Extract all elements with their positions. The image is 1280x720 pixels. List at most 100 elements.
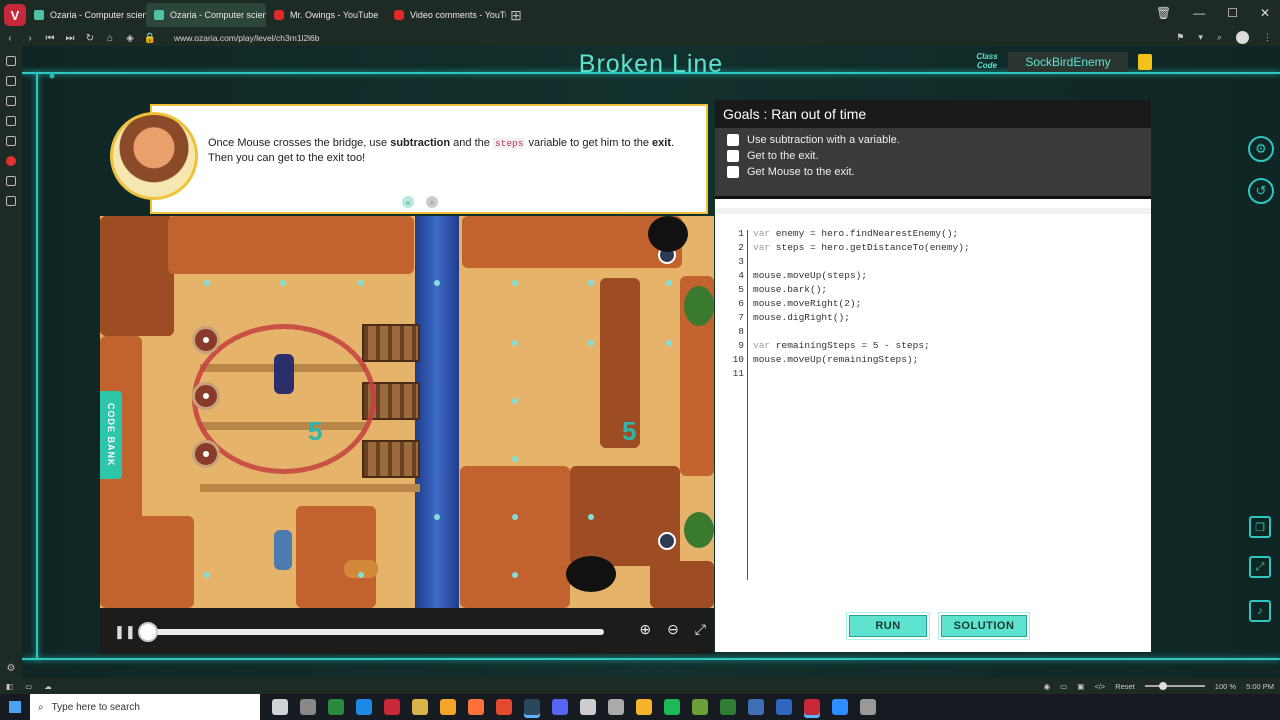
mail-icon[interactable] <box>6 136 16 146</box>
code-text[interactable]: mouse.moveUp(remainingSteps); <box>753 354 918 365</box>
wikipedia-icon[interactable] <box>6 176 16 186</box>
mindomo-icon[interactable] <box>720 699 736 715</box>
bookmark-icon[interactable]: ⚑ <box>1176 32 1184 43</box>
firefox-icon[interactable] <box>468 699 484 715</box>
image-icon[interactable]: ▣ <box>1077 682 1084 691</box>
class-code-tag-icon[interactable] <box>1138 54 1152 70</box>
zoom-in-icon[interactable]: ⊕ <box>639 621 651 638</box>
zoom-out-icon[interactable]: ⊖ <box>667 621 679 638</box>
code-text[interactable]: mouse.digRight(); <box>753 312 850 323</box>
guide-book-icon[interactable]: ❐ <box>1249 516 1271 538</box>
scrubber-handle[interactable] <box>138 622 158 642</box>
panel-toggle-icon[interactable]: ◧ <box>6 682 13 691</box>
code-text[interactable]: mouse.bark(); <box>753 284 827 295</box>
search-icon[interactable]: ⌕ <box>1217 32 1222 43</box>
zoom-slider-handle[interactable] <box>1158 682 1167 690</box>
home-icon[interactable]: ⌂ <box>100 33 120 44</box>
spotify-icon[interactable] <box>664 699 680 715</box>
zoom-icon[interactable] <box>832 699 848 715</box>
start-button[interactable] <box>0 701 30 713</box>
tab-youtube-comments[interactable]: Video comments - YouTube <box>386 3 506 27</box>
file-explorer-icon[interactable] <box>412 699 428 715</box>
task-view-icon[interactable] <box>300 699 316 715</box>
code-line[interactable]: 5 mouse.bark(); <box>715 284 827 298</box>
tab-youtube-owings[interactable]: Mr. Owings - YouTube <box>266 3 386 27</box>
hero-character[interactable] <box>274 530 292 570</box>
minimize-button[interactable]: — <box>1193 6 1205 20</box>
code-text[interactable]: mouse.moveUp(steps); <box>753 270 867 281</box>
bookmarks-icon[interactable] <box>6 56 16 66</box>
trash-icon[interactable]: 🗑 <box>1156 6 1171 20</box>
sublime-icon[interactable] <box>636 699 652 715</box>
maximize-button[interactable]: ☐ <box>1227 6 1238 20</box>
code-line[interactable]: 1 var enemy = hero.findNearestEnemy(); <box>715 228 958 242</box>
notes-icon[interactable] <box>6 116 16 126</box>
editor-scrollbar[interactable] <box>715 208 1151 214</box>
edge-icon[interactable] <box>356 699 372 715</box>
app-icon[interactable] <box>580 699 596 715</box>
reload-icon[interactable]: ↻ <box>80 33 100 44</box>
vivaldi-web-panel-icon[interactable] <box>6 156 16 166</box>
profile-avatar[interactable] <box>1236 31 1249 44</box>
playback-scrubber[interactable] <box>144 629 604 635</box>
shield-icon[interactable]: ◈ <box>120 33 140 44</box>
new-tab-button[interactable]: ⊞ <box>506 7 526 24</box>
close-button[interactable]: ✕ <box>1260 6 1270 20</box>
run-button[interactable]: RUN <box>849 615 927 637</box>
code-text[interactable]: var steps = hero.getDistanceTo(enemy); <box>753 242 970 253</box>
back-icon[interactable]: ‹ <box>0 33 20 44</box>
rewind-icon[interactable]: ⏮ <box>40 33 60 44</box>
window-icon[interactable]: ▭ <box>1060 682 1067 691</box>
downloads-icon[interactable] <box>6 76 16 86</box>
code-line[interactable]: 10 mouse.moveUp(remainingSteps); <box>715 354 919 368</box>
settings-gear-icon[interactable]: ⚙ <box>1248 136 1274 162</box>
acrobat-icon[interactable] <box>496 699 512 715</box>
taskbar-search[interactable]: ⌕ Type here to search <box>30 694 260 720</box>
xbox-icon[interactable] <box>328 699 344 715</box>
forward-icon[interactable]: › <box>20 33 40 44</box>
inkscape-icon[interactable] <box>608 699 624 715</box>
goal-checkbox[interactable] <box>727 166 739 179</box>
code-line[interactable]: 7 mouse.digRight(); <box>715 312 850 326</box>
code-line[interactable]: 2 var steps = hero.getDistanceTo(enemy); <box>715 242 970 256</box>
steam-icon[interactable] <box>524 699 540 715</box>
code-text[interactable]: var remainingSteps = 5 - steps; <box>753 340 930 351</box>
vivaldi-active-icon[interactable] <box>804 699 820 715</box>
code-line[interactable]: 4 mouse.moveUp(steps); <box>715 270 867 284</box>
code-bank-tab[interactable]: CODE BANK <box>100 391 122 479</box>
next-dialogue-icon[interactable]: » <box>426 196 438 208</box>
camera-icon[interactable]: ◉ <box>1044 682 1051 691</box>
code-line[interactable]: 9 var remainingSteps = 5 - steps; <box>715 340 930 354</box>
defender-icon[interactable] <box>748 699 764 715</box>
code-text[interactable]: mouse.moveRight(2); <box>753 298 861 309</box>
vivaldi-icon[interactable] <box>384 699 400 715</box>
code-text[interactable]: var enemy = hero.findNearestEnemy(); <box>753 228 958 239</box>
zoom-slider[interactable] <box>1144 682 1205 690</box>
sound-icon[interactable]: ♪ <box>1249 600 1271 622</box>
game-map[interactable]: 5 5 <box>100 216 714 608</box>
goal-checkbox[interactable] <box>727 134 739 147</box>
tab-ozaria-1[interactable]: Ozaria - Computer science <box>26 3 146 27</box>
tiling-icon[interactable]: ▭ <box>25 682 32 691</box>
add-panel-icon[interactable] <box>6 196 16 206</box>
fullscreen-icon[interactable]: ⤢ <box>1249 556 1271 578</box>
settings-gear-icon[interactable]: ⚙ <box>7 663 16 674</box>
history-icon[interactable] <box>6 96 16 106</box>
obs-icon[interactable] <box>860 699 876 715</box>
code-line[interactable]: 11 <box>715 368 753 382</box>
cortana-icon[interactable] <box>272 699 288 715</box>
code-line[interactable]: 3 <box>715 256 753 270</box>
store-icon[interactable] <box>440 699 456 715</box>
sync-icon[interactable]: ☁ <box>44 682 52 691</box>
solution-button[interactable]: SOLUTION <box>941 615 1027 637</box>
code-icon[interactable]: </> <box>1094 682 1105 691</box>
previous-dialogue-icon[interactable]: « <box>402 196 414 208</box>
zoom-reset-label[interactable]: Reset <box>1115 682 1135 691</box>
goal-checkbox[interactable] <box>727 150 739 163</box>
fast-forward-icon[interactable]: ⏭ <box>60 33 80 44</box>
word-icon[interactable] <box>776 699 792 715</box>
enemy-character[interactable] <box>274 354 294 394</box>
code-editor[interactable]: 1 var enemy = hero.findNearestEnemy(); 2 va… <box>715 204 1151 600</box>
menu-icon[interactable]: ⋮ <box>1263 32 1272 43</box>
fullscreen-icon[interactable]: ⤢ <box>695 621 706 638</box>
